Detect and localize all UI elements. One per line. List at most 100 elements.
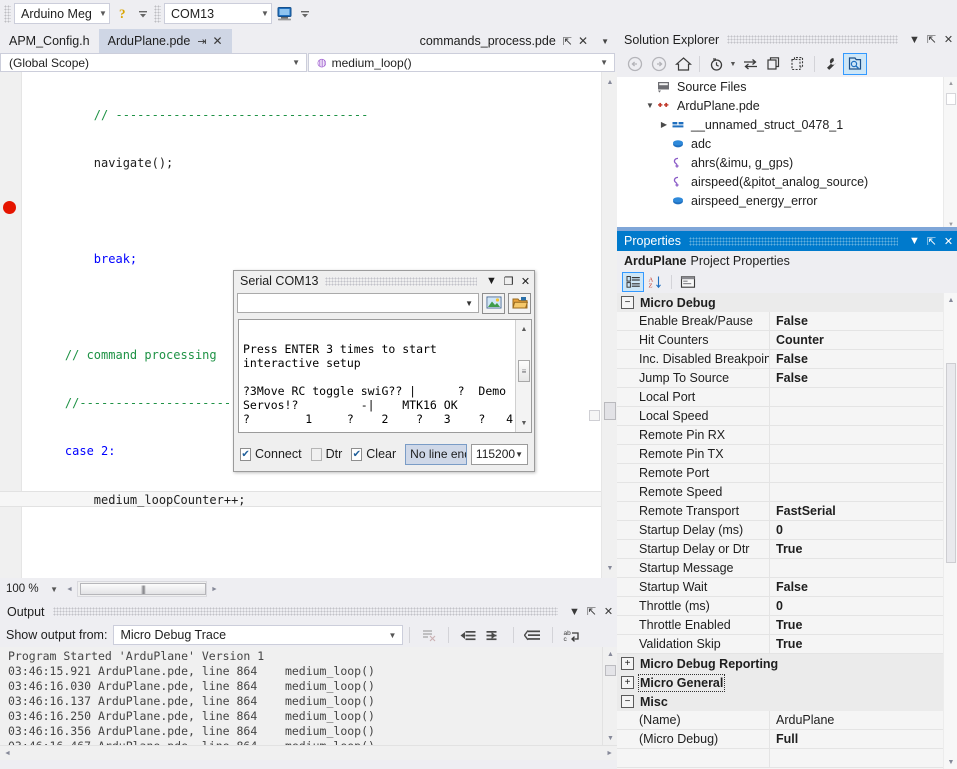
property-row[interactable]: Validation Skip True: [617, 635, 957, 654]
properties-grid[interactable]: − Micro Debug Enable Break/Pause False H…: [617, 293, 957, 769]
close-icon[interactable]: ✕: [578, 34, 588, 48]
properties-category-micro-general[interactable]: + Micro General: [617, 673, 957, 692]
scroll-down-icon[interactable]: ▼: [603, 732, 617, 744]
twisty-expanded-icon[interactable]: ▼: [643, 101, 657, 110]
collapse-icon[interactable]: −: [621, 695, 634, 708]
solution-tree[interactable]: Source Files ▼ ArduPlane.pde ▶: [617, 77, 957, 231]
chevron-down-icon[interactable]: ▼: [465, 299, 478, 308]
port-select[interactable]: COM13 ▼: [164, 3, 272, 24]
property-row[interactable]: Jump To Source False: [617, 369, 957, 388]
alphabetical-icon[interactable]: A Z: [644, 272, 666, 292]
editor-vertical-scrollbar[interactable]: ✛ ▲ ▼: [601, 72, 617, 578]
twisty-collapsed-icon[interactable]: ▶: [657, 120, 671, 129]
breakpoint-icon[interactable]: [3, 201, 16, 214]
zoom-level-select[interactable]: 100 % ▼: [0, 580, 62, 598]
property-row[interactable]: Local Speed: [617, 407, 957, 426]
pin-icon[interactable]: ⇥: [197, 35, 206, 48]
scrollbar-thumb[interactable]: |||: [80, 583, 206, 595]
connect-checkbox[interactable]: ✔: [240, 448, 251, 461]
output-horizontal-scrollbar[interactable]: ◄ ►: [0, 745, 617, 760]
property-row[interactable]: Remote Pin TX: [617, 445, 957, 464]
properties-scrollbar[interactable]: ▲ ▼: [943, 293, 957, 769]
tree-item-airspeed[interactable]: airspeed(&pitot_analog_source): [617, 172, 957, 191]
property-value[interactable]: FastSerial: [769, 502, 957, 521]
forward-icon[interactable]: [647, 53, 671, 75]
member-select[interactable]: ◍ medium_loop() ▼: [308, 53, 615, 72]
tab-arduplane-pde[interactable]: ArduPlane.pde ⇥ ✕: [99, 29, 232, 53]
close-icon[interactable]: ✕: [940, 31, 957, 49]
expand-icon[interactable]: +: [621, 676, 634, 689]
property-value[interactable]: True: [769, 635, 957, 654]
property-row[interactable]: Hit Counters Counter: [617, 331, 957, 350]
show-output-icon[interactable]: ab c: [559, 624, 585, 646]
editor-resize-grip[interactable]: [589, 410, 600, 421]
clear-output-icon[interactable]: [416, 624, 442, 646]
scroll-up-icon[interactable]: ▲: [603, 648, 617, 660]
toggle-wordwrap-icon[interactable]: [520, 624, 546, 646]
property-row[interactable]: Inc. Disabled Breakpoints False: [617, 350, 957, 369]
property-row[interactable]: Remote Port: [617, 464, 957, 483]
serial-console-scrollbar[interactable]: ▲ ≡ ▼: [515, 320, 531, 432]
properties-category-micro-debug-reporting[interactable]: + Micro Debug Reporting: [617, 654, 957, 673]
close-icon[interactable]: ✕: [940, 232, 957, 250]
property-row[interactable]: Remote Transport FastSerial: [617, 502, 957, 521]
scroll-right-icon[interactable]: ►: [602, 750, 617, 757]
property-value[interactable]: [769, 464, 957, 483]
refresh-icon[interactable]: [762, 53, 786, 75]
tree-item-unnamed-struct[interactable]: ▶ __unnamed_struct_0478_1: [617, 115, 957, 134]
property-row[interactable]: Startup Delay (ms) 0: [617, 521, 957, 540]
toolbar-overflow-1[interactable]: [137, 3, 149, 25]
property-value[interactable]: 0: [769, 521, 957, 540]
toolbar-grip-2[interactable]: [154, 5, 161, 23]
tab-apm-config-h[interactable]: APM_Config.h: [0, 29, 99, 53]
scrollbar-thumb[interactable]: [605, 665, 616, 676]
folder-open-icon[interactable]: [508, 293, 531, 314]
output-vertical-scrollbar[interactable]: ▲ ▼: [602, 647, 617, 745]
pin-icon[interactable]: ⇱: [583, 603, 600, 621]
property-row[interactable]: Remote Pin RX: [617, 426, 957, 445]
property-value[interactable]: [769, 483, 957, 502]
scroll-right-icon[interactable]: ►: [207, 581, 222, 597]
serial-dialog-titlebar[interactable]: Serial COM13 ▼ ❐ ✕: [234, 271, 534, 291]
serial-command-input[interactable]: ▼: [237, 293, 479, 313]
line-ending-select[interactable]: No line endir ▼: [405, 444, 467, 465]
editor-horizontal-scrollbar[interactable]: |||: [77, 581, 207, 597]
property-row[interactable]: Startup Wait False: [617, 578, 957, 597]
property-value[interactable]: Counter: [769, 331, 957, 350]
property-value[interactable]: False: [769, 312, 957, 331]
expand-icon[interactable]: +: [621, 657, 634, 670]
property-value[interactable]: [769, 426, 957, 445]
chevron-down-icon[interactable]: ▼: [483, 272, 500, 290]
toolbar-overflow-2[interactable]: [299, 3, 311, 25]
properties-icon[interactable]: [819, 53, 843, 75]
properties-titlebar[interactable]: Properties ▼ ⇱ ✕: [617, 231, 957, 251]
scroll-up-icon[interactable]: ▲: [944, 293, 957, 307]
tree-item-arduplane-pde[interactable]: ▼ ArduPlane.pde: [617, 96, 957, 115]
dtr-checkbox[interactable]: [311, 448, 322, 461]
scope-select[interactable]: (Global Scope) ▼: [0, 53, 307, 72]
categorized-icon[interactable]: [622, 272, 644, 292]
maximize-icon[interactable]: ❐: [500, 272, 517, 290]
property-row[interactable]: Local Port: [617, 388, 957, 407]
properties-category-micro-debug[interactable]: − Micro Debug: [617, 293, 957, 312]
chevron-down-icon[interactable]: ▼: [906, 232, 923, 250]
serial-monitor-dialog[interactable]: Serial COM13 ▼ ❐ ✕ ▼: [233, 270, 535, 472]
solution-explorer-titlebar[interactable]: Solution Explorer ▼ ⇱ ✕: [617, 28, 957, 51]
property-value[interactable]: [769, 559, 957, 578]
property-row[interactable]: Enable Break/Pause False: [617, 312, 957, 331]
sync-with-active-document-icon[interactable]: [738, 53, 762, 75]
property-value[interactable]: [769, 388, 957, 407]
tree-item-source-files[interactable]: Source Files: [617, 77, 957, 96]
output-text-area[interactable]: Program Started 'ArduPlane' Version 1 03…: [0, 647, 617, 760]
home-icon[interactable]: [671, 53, 695, 75]
send-image-icon[interactable]: [482, 293, 505, 314]
pending-changes-icon[interactable]: [704, 53, 728, 75]
property-value[interactable]: Full: [769, 730, 957, 749]
close-icon[interactable]: ✕: [213, 34, 223, 48]
property-value[interactable]: [769, 407, 957, 426]
collapse-icon[interactable]: −: [621, 296, 634, 309]
scroll-down-icon[interactable]: ▼: [516, 416, 532, 430]
pin-icon[interactable]: ⇱: [923, 31, 940, 49]
tree-item-airspeed-energy-error[interactable]: airspeed_energy_error: [617, 191, 957, 210]
scrollbar-thumb[interactable]: [604, 402, 616, 420]
